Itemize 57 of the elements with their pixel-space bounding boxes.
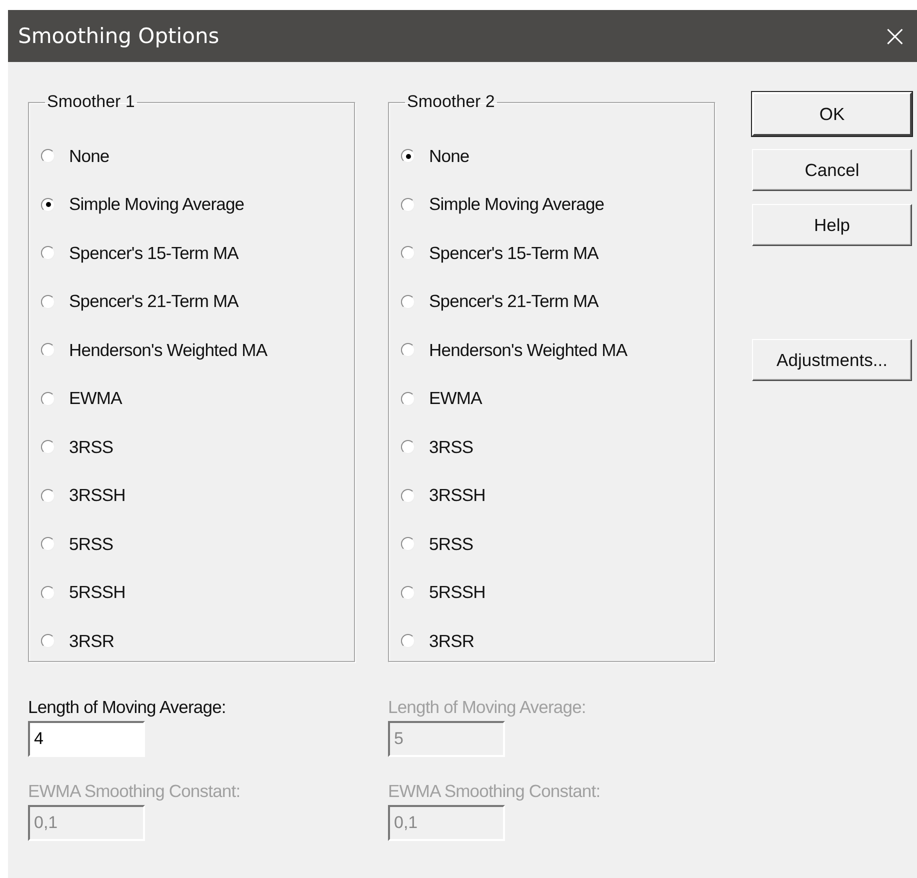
group-title: Smoother 1 — [46, 92, 136, 112]
field-label: Length of Moving Average: — [388, 697, 587, 718]
radio-option[interactable]: Spencer's 15-Term MA — [401, 229, 714, 278]
radio-button-icon[interactable] — [401, 198, 415, 212]
radio-option[interactable]: Spencer's 21-Term MA — [401, 278, 714, 326]
radio-option[interactable]: 3RSSH — [401, 472, 714, 520]
radio-option[interactable]: 3RSSH — [41, 472, 354, 520]
radio-option[interactable]: Henderson's Weighted MA — [41, 326, 354, 374]
radio-option[interactable]: None — [41, 132, 354, 180]
radio-option[interactable]: 3RSR — [41, 617, 354, 666]
radio-option[interactable]: 3RSS — [41, 423, 354, 472]
dialog-button[interactable]: OK — [752, 92, 912, 136]
radio-option[interactable]: 5RSS — [401, 520, 714, 568]
radio-button-icon[interactable] — [401, 343, 415, 358]
field-label: EWMA Smoothing Constant: — [28, 781, 242, 802]
radio-button-icon[interactable] — [401, 440, 415, 454]
radio-option[interactable]: 3RSS — [401, 423, 714, 472]
radio-button-icon[interactable] — [401, 392, 415, 406]
radio-option[interactable]: Spencer's 15-Term MA — [41, 229, 354, 278]
radio-option[interactable]: None — [401, 132, 714, 180]
radio-button-icon[interactable] — [401, 149, 415, 164]
radio-button-icon[interactable] — [41, 440, 55, 454]
radio-option[interactable]: EWMA — [41, 374, 354, 423]
radio-button-icon[interactable] — [41, 537, 55, 552]
radio-option[interactable]: Simple Moving Average — [401, 180, 714, 229]
radio-button-icon[interactable] — [41, 149, 55, 164]
radio-button-icon[interactable] — [401, 634, 415, 648]
dialog-button[interactable]: Adjustments... — [752, 339, 912, 381]
radio-option[interactable]: 3RSR — [401, 617, 714, 666]
dialog-button[interactable]: Help — [752, 204, 912, 246]
radio-button-icon[interactable] — [41, 246, 55, 260]
radio-option[interactable]: Simple Moving Average — [41, 180, 354, 229]
radio-button-icon[interactable] — [41, 392, 55, 406]
radio-button-icon[interactable] — [401, 537, 415, 552]
radio-button-icon[interactable] — [41, 198, 55, 212]
group-title: Smoother 2 — [406, 92, 496, 112]
radio-option[interactable]: 5RSSH — [401, 568, 714, 617]
close-button[interactable]: × — [873, 10, 917, 62]
radio-button-icon[interactable] — [401, 246, 415, 260]
radio-button-icon[interactable] — [401, 586, 415, 600]
radio-button-icon[interactable] — [41, 294, 55, 309]
window-title: Smoothing Options — [18, 24, 220, 48]
radio-option[interactable]: EWMA — [401, 374, 714, 423]
radio-button-icon[interactable] — [41, 586, 55, 600]
radio-button-icon[interactable] — [401, 488, 415, 503]
radio-option[interactable]: 5RSS — [41, 520, 354, 568]
radio-button-icon[interactable] — [41, 634, 55, 648]
input-field[interactable]: 4 — [28, 721, 145, 757]
radio-option[interactable]: 5RSSH — [41, 568, 354, 617]
dialog-button[interactable]: Cancel — [752, 149, 912, 191]
field-label: Length of Moving Average: — [28, 697, 227, 718]
radio-option[interactable]: Spencer's 21-Term MA — [41, 278, 354, 326]
radio-button-icon[interactable] — [41, 488, 55, 503]
field-label: EWMA Smoothing Constant: — [388, 781, 602, 802]
radio-button-icon[interactable] — [41, 343, 55, 358]
radio-option[interactable]: Henderson's Weighted MA — [401, 326, 714, 374]
radio-button-icon[interactable] — [401, 294, 415, 309]
